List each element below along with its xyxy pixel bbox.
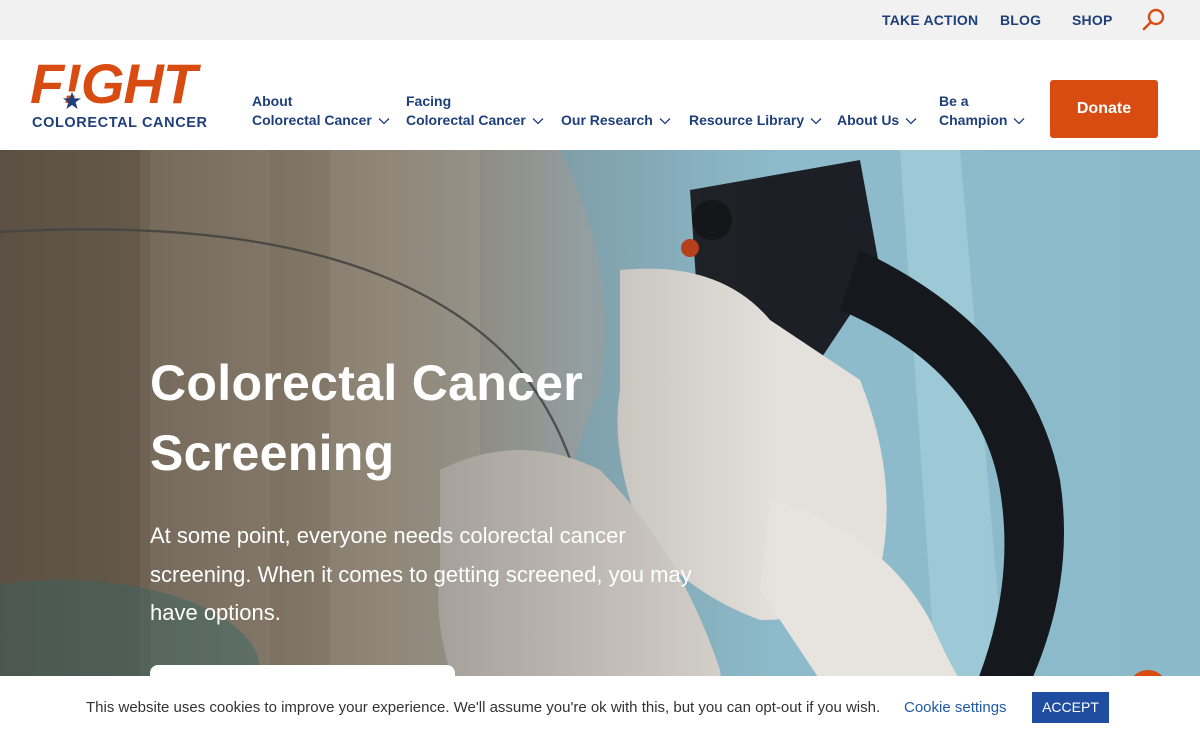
site-header: F!GHT COLORECTAL CANCER About Colorectal…	[0, 40, 1200, 150]
nav-label-line1: Be a	[939, 93, 969, 109]
nav-about-us[interactable]: About Us	[837, 111, 917, 130]
nav-label-line2: Colorectal Cancer	[252, 112, 372, 128]
shop-link[interactable]: SHOP	[1072, 12, 1112, 28]
blog-link[interactable]: BLOG	[1000, 12, 1041, 28]
take-action-link[interactable]: TAKE ACTION	[882, 12, 978, 28]
nav-facing-colorectal-cancer[interactable]: Facing Colorectal Cancer	[406, 92, 544, 130]
cookie-settings-link[interactable]: Cookie settings	[904, 699, 1007, 716]
chevron-down-icon	[532, 118, 544, 125]
nav-label-line1: About	[252, 93, 293, 109]
chevron-down-icon	[905, 118, 917, 125]
logo-tagline: COLORECTAL CANCER	[32, 115, 208, 131]
cookie-banner: This website uses cookies to improve you…	[0, 676, 1200, 740]
hero-title: Colorectal Cancer Screening	[150, 355, 584, 481]
search-icon[interactable]	[1140, 6, 1168, 34]
nav-label: About Us	[837, 112, 900, 128]
nav-label-line2: Champion	[939, 112, 1008, 128]
cookie-message: This website uses cookies to improve you…	[86, 699, 881, 716]
chevron-down-icon	[1013, 118, 1025, 125]
utility-bar: TAKE ACTION BLOG SHOP	[0, 0, 1200, 40]
accept-cookies-button[interactable]: ACCEPT	[1032, 692, 1109, 723]
logo-wordmark: F!GHT	[30, 52, 197, 115]
nav-about-colorectal-cancer[interactable]: About Colorectal Cancer	[252, 92, 390, 130]
nav-label-line2: Colorectal Cancer	[406, 112, 526, 128]
chevron-down-icon	[810, 118, 822, 125]
nav-label: Resource Library	[689, 112, 805, 128]
site-logo[interactable]: F!GHT COLORECTAL CANCER	[28, 56, 218, 136]
nav-our-research[interactable]: Our Research	[561, 111, 671, 130]
nav-be-a-champion[interactable]: Be a Champion	[939, 92, 1025, 130]
hero-lead: At some point, everyone needs colorectal…	[150, 523, 692, 625]
nav-label-line1: Facing	[406, 93, 452, 109]
star-icon	[63, 92, 81, 109]
donate-button[interactable]: Donate	[1050, 80, 1158, 138]
nav-resource-library[interactable]: Resource Library	[689, 111, 822, 130]
chevron-down-icon	[378, 118, 390, 125]
chevron-down-icon	[659, 118, 671, 125]
nav-label: Our Research	[561, 112, 653, 128]
hero-banner: Colorectal Cancer Screening At some poin…	[0, 150, 1200, 740]
